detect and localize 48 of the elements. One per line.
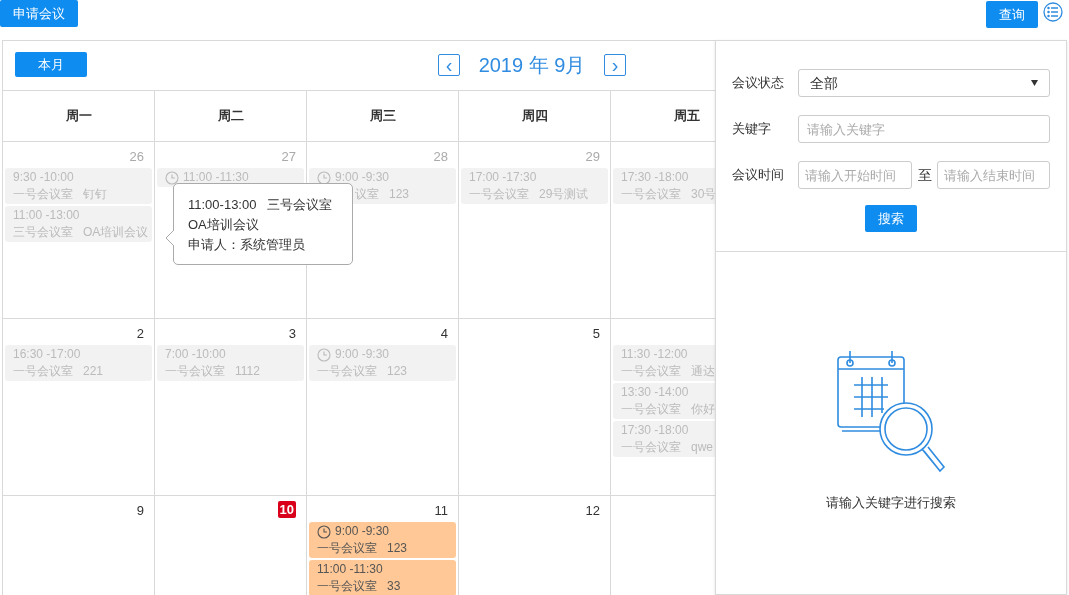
date-number: 26 (129, 148, 144, 166)
date-number: 27 (281, 148, 296, 166)
event-detail: 一号会议室 123 (317, 541, 408, 555)
date-number: 3 (288, 325, 296, 343)
tooltip-applicant: 申请人：系统管理员 (188, 236, 306, 254)
status-select[interactable]: 全部 (798, 69, 1050, 97)
apply-meeting-button[interactable]: 申请会议 (0, 0, 78, 27)
meeting-event[interactable]: 9:00 -9:30 一号会议室 123 (309, 522, 456, 558)
month-title: 2019 年 9月 (477, 54, 587, 76)
weekday-header: 周三 (369, 107, 396, 126)
current-month-button[interactable]: 本月 (15, 52, 87, 77)
keyword-input[interactable]: 请输入关键字 (798, 115, 1050, 143)
date-number: 4 (440, 325, 448, 343)
date-number: 5 (592, 325, 600, 343)
date-number: 12 (585, 502, 600, 520)
clock-icon (165, 170, 179, 185)
clock-icon (317, 524, 331, 539)
query-button[interactable]: 查询 (986, 1, 1038, 28)
start-time-input[interactable]: 请输入开始时间 (798, 161, 912, 189)
date-number: 11 (434, 502, 448, 520)
empty-search-hint: 请输入关键字进行搜索 (826, 494, 956, 512)
list-icon[interactable] (1043, 2, 1063, 22)
field-label: 会议时间 (732, 166, 785, 185)
previous-month-button[interactable]: ‹ (438, 54, 460, 76)
field-label: 会议状态 (732, 74, 785, 93)
field-label: 关键字 (732, 120, 772, 139)
end-time-input[interactable]: 请输入结束时间 (937, 161, 1050, 189)
date-number: 10 (277, 501, 296, 518)
next-month-button[interactable]: › (604, 54, 626, 76)
date-number: 9 (136, 502, 144, 520)
range-separator: 至 (916, 165, 933, 185)
weekday-header: 周一 (65, 107, 92, 126)
date-number: 29 (585, 148, 600, 166)
meeting-event[interactable]: 11:00 -11:30 一号会议室 33 (309, 560, 456, 595)
search-button[interactable]: 搜索 (865, 205, 917, 232)
dropdown-caret-icon (1031, 80, 1038, 86)
event-detail: 一号会议室 33 (317, 579, 401, 593)
event-time: 11:00 -11:30 (317, 561, 383, 578)
weekday-header: 周五 (673, 107, 700, 126)
event-time: 9:00 -9:30 (335, 523, 390, 540)
weekday-header: 周二 (217, 107, 244, 126)
tooltip-title: OA培训会议 (188, 216, 260, 234)
clock-icon (317, 347, 331, 362)
date-number: 2 (136, 325, 144, 343)
weekday-header: 周四 (521, 107, 548, 126)
calendar-search-icon (836, 349, 946, 475)
date-number: 28 (433, 148, 448, 166)
clock-icon (317, 170, 331, 185)
